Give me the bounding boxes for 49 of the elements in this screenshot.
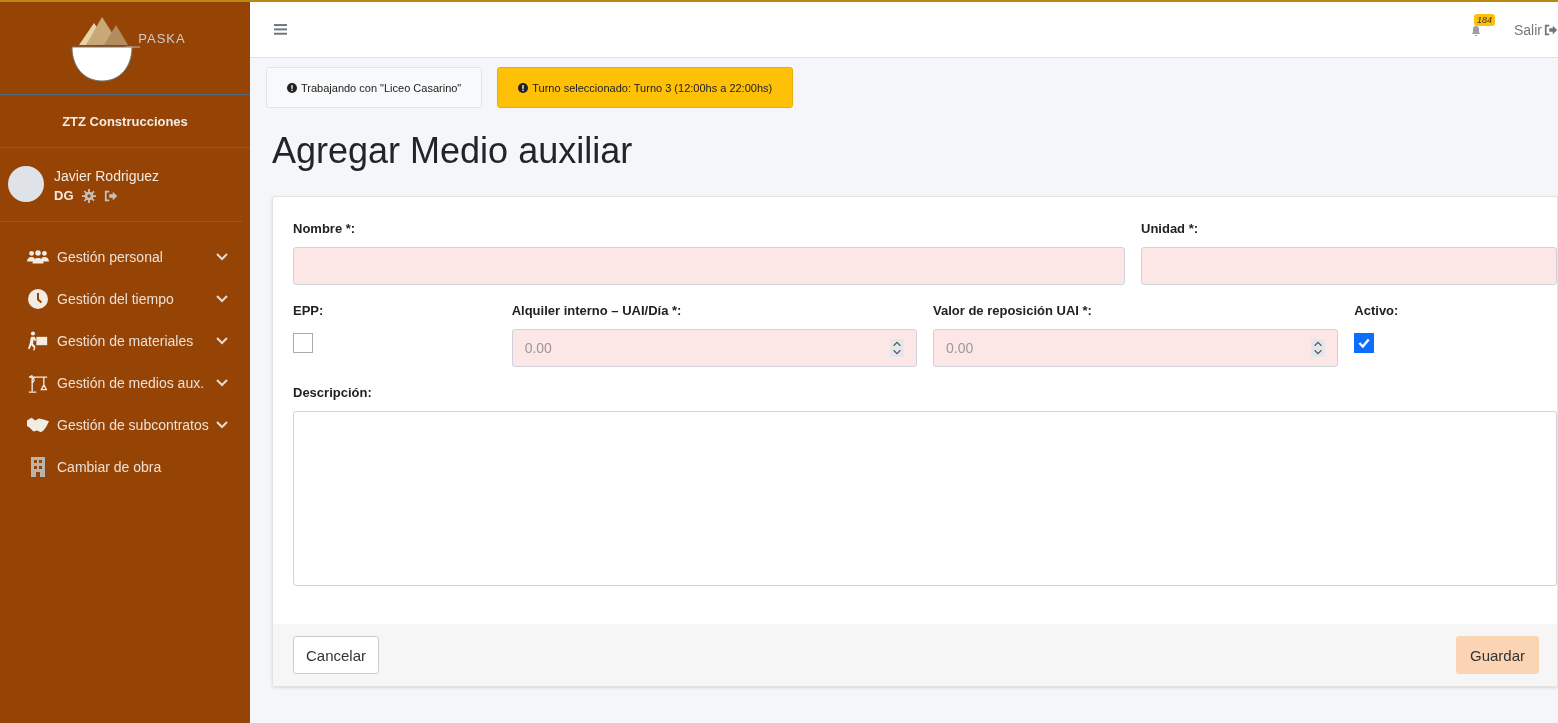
cancel-button[interactable]: Cancelar: [293, 636, 380, 674]
sidebar-item[interactable]: Cambiar de obra: [0, 446, 250, 488]
nav-label: Gestión del tiempo: [57, 291, 175, 307]
nav-label: Gestión de materiales: [57, 333, 195, 349]
crane-icon: [27, 373, 49, 393]
alert-text: Trabajando con "Liceo Casarino": [301, 81, 462, 94]
logout-link[interactable]: Salir: [1514, 21, 1558, 38]
nav-label: Gestión de subcontratos: [57, 417, 210, 433]
clock-icon: [27, 289, 49, 309]
checkmark-icon: [1357, 336, 1372, 350]
exclamation-icon: [287, 82, 297, 93]
sidebar-item[interactable]: Gestión personal: [0, 236, 250, 278]
checkbox[interactable]: [1354, 333, 1375, 353]
nav-label: Gestión de medios aux.: [57, 375, 206, 391]
alert-text: Turno seleccionado: Turno 3 (12:00hs a 22:00hs): [532, 81, 773, 94]
notification-count: 184: [1474, 13, 1495, 26]
spinner-arrows-icon: [890, 339, 904, 357]
person-carrying-box-icon: [27, 331, 49, 351]
sidebar-item[interactable]: Gestión de medios aux.: [0, 362, 250, 404]
input-field[interactable]: [1141, 247, 1557, 285]
menu-icon: [274, 24, 287, 35]
field-label: Nombre *:: [293, 221, 357, 236]
field-label: Unidad *:: [1141, 221, 1200, 236]
save-button[interactable]: Guardar: [1455, 636, 1539, 674]
field-label: Activo:: [1354, 303, 1400, 318]
exclamation-icon: [518, 82, 529, 93]
handshake-icon: [27, 415, 49, 435]
sidebar-item[interactable]: Gestión de materiales: [0, 320, 250, 362]
field-label: Valor de reposición UAI *:: [933, 303, 1093, 318]
nav-label: Gestión personal: [57, 249, 164, 265]
field-label: Alquiler interno – UAI/Día *:: [511, 303, 683, 318]
checkbox[interactable]: [293, 333, 313, 353]
logo-text: PASKA: [138, 30, 186, 46]
user-role: DG: [54, 188, 74, 203]
input-field[interactable]: [293, 247, 1125, 285]
logout-icon: [103, 188, 118, 203]
logout-icon: [1544, 22, 1558, 37]
user-name: Javier Rodriguez: [54, 168, 160, 184]
settings-icon: [81, 188, 96, 203]
bell-icon: [1470, 24, 1482, 37]
field-label: EPP:: [293, 303, 325, 318]
sidebar-item[interactable]: Gestión de subcontratos: [0, 404, 250, 446]
nav-label: Cambiar de obra: [57, 459, 163, 475]
avatar: [8, 166, 44, 202]
page-title: Agregar Medio auxiliar: [272, 130, 634, 172]
sidebar-item[interactable]: Gestión del tiempo: [0, 278, 250, 320]
spinner-arrows-icon: [1311, 339, 1326, 357]
field-label: Descripción:: [293, 385, 373, 400]
text-area[interactable]: [293, 411, 1557, 586]
